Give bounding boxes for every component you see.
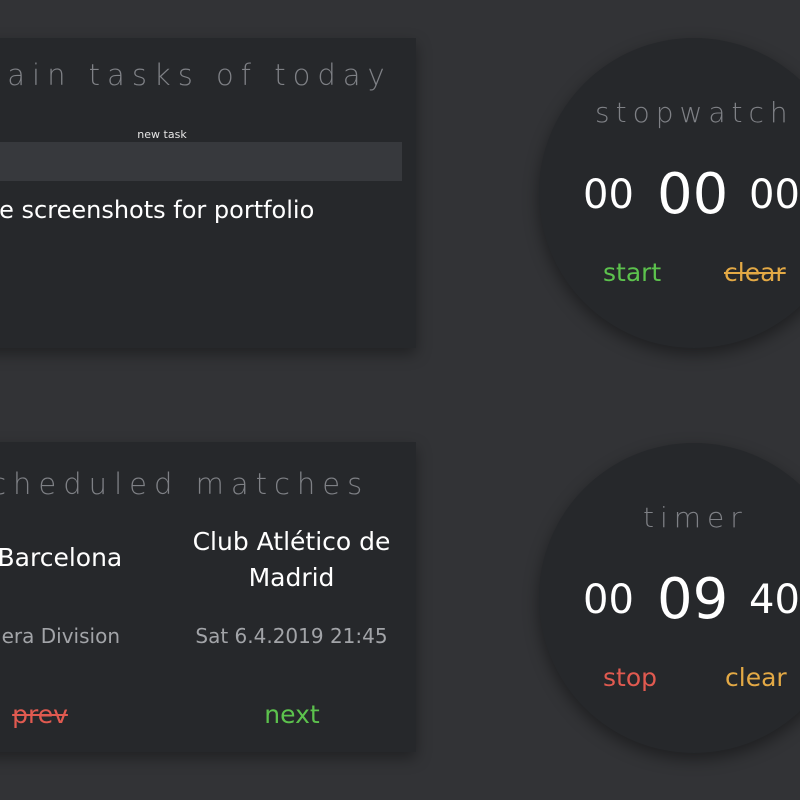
stopwatch-title: stopwatch [595,96,794,129]
timer-clear-button[interactable]: clear [725,663,787,692]
matches-title: scheduled matches [0,467,370,501]
stopwatch-hundredths: 00 [749,172,800,218]
prev-button[interactable]: prev [0,700,80,729]
timer-stop-button[interactable]: stop [603,663,657,692]
timer-hours: 00 [583,577,634,623]
competition-name: Primera Division [0,624,120,648]
task-item[interactable]: take screenshots for portfolio [0,196,314,224]
new-task-input[interactable] [0,142,402,181]
away-team: Club Atlético de Madrid [192,527,391,592]
match-datetime: Sat 6.4.2019 21:45 [195,624,388,648]
home-team: FC Barcelona [0,543,123,572]
stopwatch-start-button[interactable]: start [603,258,661,287]
dashboard: main tasks of today new task take screen… [0,0,800,800]
tasks-title: main tasks of today [0,58,392,92]
timer-seconds: 40 [749,577,800,623]
tasks-card: main tasks of today new task take screen… [0,38,416,348]
stopwatch-clear-button[interactable]: clear [724,258,786,287]
next-button[interactable]: next [242,700,342,729]
stopwatch-seconds: 00 [657,162,729,227]
stopwatch-widget: stopwatch 00 00 00 start clear [539,38,800,348]
new-task-label: new task [137,128,187,141]
timer-minutes: 09 [657,567,729,632]
stopwatch-minutes: 00 [583,172,634,218]
matches-card: scheduled matches FC Barcelona Club Atlé… [0,442,416,752]
timer-title: timer [643,501,748,534]
timer-widget: timer 00 09 40 stop clear [539,443,800,753]
